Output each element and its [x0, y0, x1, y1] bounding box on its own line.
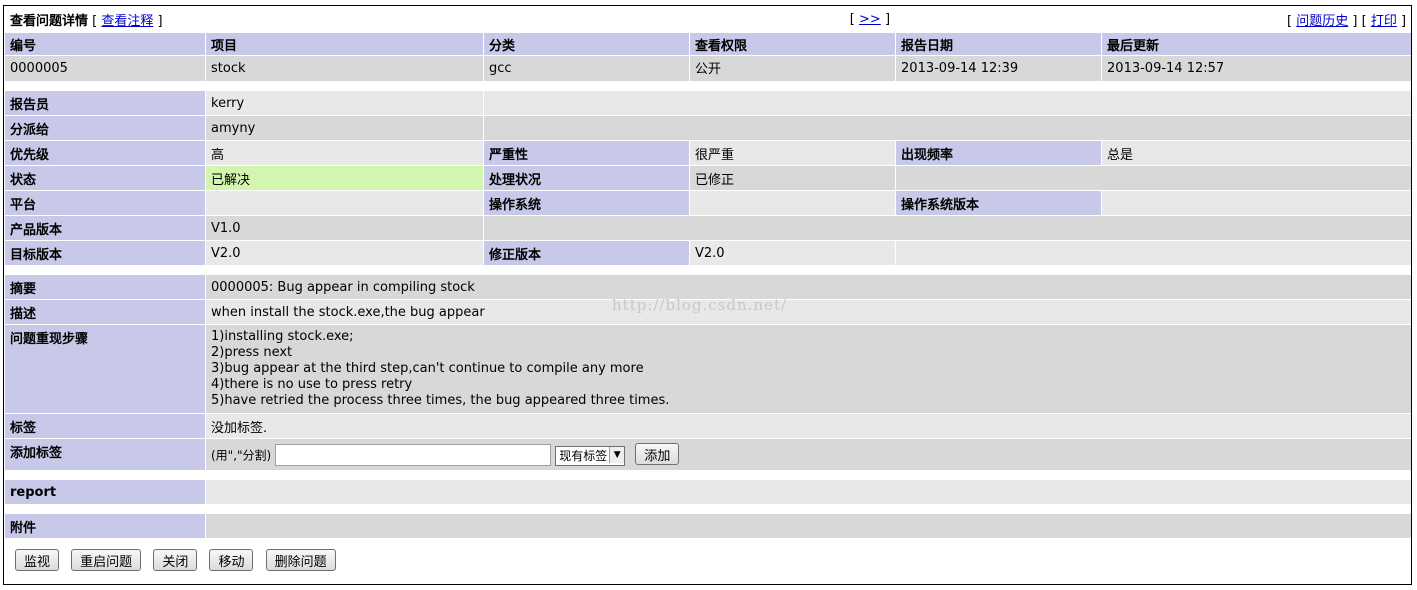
fixed-version-value: V2.0	[690, 241, 896, 265]
reporter-row: 报告员 kerry	[5, 91, 1412, 115]
assigned-label: 分派给	[5, 116, 205, 140]
os-value	[690, 191, 896, 215]
move-button[interactable]: 移动	[209, 549, 254, 571]
col-date-submitted-header: 报告日期	[896, 33, 1102, 55]
os-label: 操作系统	[484, 191, 690, 215]
target-version-value: V2.0	[206, 241, 484, 265]
col-last-updated-header: 最后更新	[1102, 33, 1412, 55]
title-row: 查看问题详情 [ 查看注释 ] [ >> ] [ 问题历史 ] [ 打印 ]	[10, 12, 1407, 29]
issue-history-link[interactable]: 问题历史	[1296, 14, 1348, 29]
reproducibility-value: 总是	[1102, 141, 1412, 165]
tags-value: 没加标签.	[206, 414, 1412, 438]
reporter-value: kerry	[206, 91, 484, 115]
add-tags-row: 添加标签 (用","分割) 现有标签 ▼ 添加	[5, 439, 1412, 470]
print-link[interactable]: 打印	[1371, 14, 1397, 29]
step-line: 1)installing stock.exe;	[211, 329, 354, 344]
issue-project: stock	[206, 56, 484, 81]
col-project-header: 项目	[206, 33, 484, 55]
summary-value: 0000005: Bug appear in compiling stock	[206, 275, 1412, 299]
step-line: 2)press next	[211, 345, 293, 360]
attachments-row: 附件	[5, 514, 1412, 538]
reproducibility-label: 出现频率	[896, 141, 1102, 165]
issue-last-updated: 2013-09-14 12:57	[1102, 56, 1412, 81]
issue-summary-row: 0000005 stock gcc 公开 2013-09-14 12:39 20…	[5, 56, 1412, 81]
page-title: 查看问题详情	[10, 14, 89, 29]
priority-label: 优先级	[5, 141, 205, 165]
assigned-value: amyny	[206, 116, 484, 140]
platform-row: 平台 操作系统 操作系统版本	[5, 191, 1412, 215]
close-button[interactable]: 关闭	[153, 549, 198, 571]
status-badge: 已解决	[206, 166, 484, 190]
status-row: 状态 已解决 处理状况 已修正	[5, 166, 1412, 190]
tags-label: 标签	[5, 414, 205, 438]
description-value: when install the stock.exe,the bug appea…	[206, 300, 1412, 324]
step-line: 5)have retried the process three times, …	[211, 393, 670, 408]
issue-details-table: 查看问题详情 [ 查看注释 ] [ >> ] [ 问题历史 ] [ 打印 ] 编…	[4, 6, 1412, 539]
existing-tags-select[interactable]: 现有标签 ▼	[555, 446, 626, 466]
severity-value: 很严重	[690, 141, 896, 165]
steps-value: 1)installing stock.exe; 2)press next 3)b…	[206, 325, 1412, 413]
priority-value: 高	[206, 141, 484, 165]
product-version-row: 产品版本 V1.0	[5, 216, 1412, 240]
issue-category: gcc	[484, 56, 690, 81]
target-version-row: 目标版本 V2.0 修正版本 V2.0	[5, 241, 1412, 265]
existing-tags-select-value: 现有标签	[559, 449, 608, 463]
col-id-header: 编号	[5, 33, 205, 55]
target-version-label: 目标版本	[5, 241, 205, 265]
step-line: 3)bug appear at the third step,can't con…	[211, 361, 644, 376]
resolution-value: 已修正	[690, 166, 896, 190]
issue-details-panel: 查看问题详情 [ 查看注释 ] [ >> ] [ 问题历史 ] [ 打印 ] 编…	[3, 5, 1412, 585]
monitor-button[interactable]: 监视	[15, 549, 60, 571]
report-row: report	[5, 480, 1412, 504]
tag-hint: (用","分割)	[211, 448, 272, 463]
column-header-row: 编号 项目 分类 查看权限 报告日期 最后更新	[5, 33, 1412, 55]
next-issue-link[interactable]: >>	[859, 12, 881, 27]
resolution-label: 处理状况	[484, 166, 690, 190]
summary-label: 摘要	[5, 275, 205, 299]
assigned-row: 分派给 amyny	[5, 116, 1412, 140]
product-version-label: 产品版本	[5, 216, 205, 240]
action-bar: 监视 重启问题 关闭 移动 删除问题	[4, 539, 1411, 571]
product-version-value: V1.0	[206, 216, 484, 240]
priority-row: 优先级 高 严重性 很严重 出现频率 总是	[5, 141, 1412, 165]
step-line: 4)there is no use to press retry	[211, 377, 413, 392]
col-category-header: 分类	[484, 33, 690, 55]
os-version-label: 操作系统版本	[896, 191, 1102, 215]
os-version-value	[1102, 191, 1412, 215]
status-label: 状态	[5, 166, 205, 190]
view-notes-link[interactable]: 查看注释	[101, 14, 153, 29]
steps-row: 问题重现步骤 1)installing stock.exe; 2)press n…	[5, 325, 1412, 413]
platform-label: 平台	[5, 191, 205, 215]
steps-label: 问题重现步骤	[5, 325, 205, 413]
reopen-button[interactable]: 重启问题	[71, 549, 142, 571]
watermark: http://blog.csdn.net/	[612, 296, 788, 314]
tags-row: 标签 没加标签.	[5, 414, 1412, 438]
platform-value	[206, 191, 484, 215]
add-tag-button[interactable]: 添加	[635, 443, 680, 465]
description-label: 描述	[5, 300, 205, 324]
fixed-version-label: 修正版本	[484, 241, 690, 265]
attachments-label: 附件	[5, 514, 205, 538]
severity-label: 严重性	[484, 141, 690, 165]
issue-date-submitted: 2013-09-14 12:39	[896, 56, 1102, 81]
col-view-status-header: 查看权限	[690, 33, 896, 55]
issue-id: 0000005	[5, 56, 205, 81]
issue-view-status: 公开	[690, 56, 896, 81]
reporter-label: 报告员	[5, 91, 205, 115]
report-label: report	[5, 480, 205, 504]
delete-button[interactable]: 删除问题	[265, 549, 336, 571]
dropdown-arrow-icon[interactable]: ▼	[609, 447, 625, 463]
tag-input[interactable]	[275, 444, 552, 466]
add-tags-label: 添加标签	[5, 439, 205, 470]
